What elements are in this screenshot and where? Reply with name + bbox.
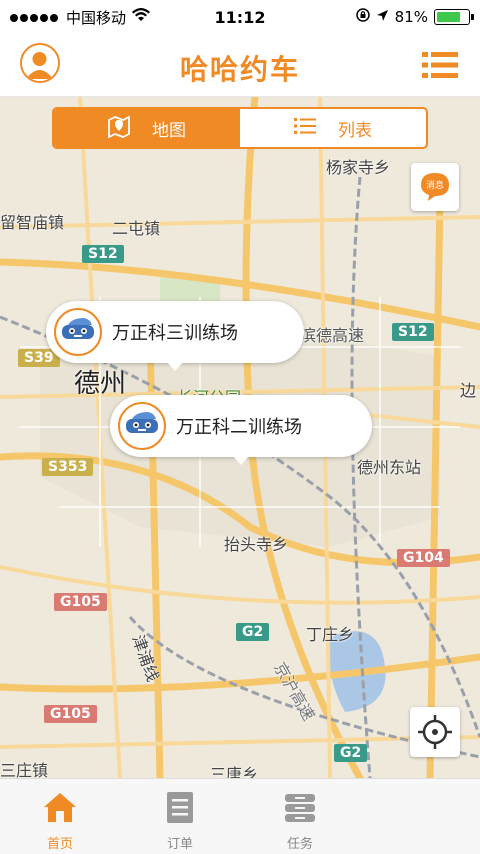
- tab-map[interactable]: 地图: [54, 109, 240, 147]
- tab-map-label: 地图: [152, 120, 186, 141]
- locate-button[interactable]: [410, 707, 460, 757]
- map-label-bian: 边: [460, 381, 477, 400]
- tab-list[interactable]: 列表: [240, 109, 426, 147]
- rotation-lock-icon: [355, 8, 370, 26]
- list-menu-icon[interactable]: [422, 50, 458, 80]
- road-shield-g105: G105: [44, 705, 97, 723]
- order-icon: [167, 792, 193, 823]
- tab-orders-label: 订单: [166, 837, 193, 852]
- road-shield-s353: S353: [42, 458, 94, 476]
- road-shield-g2: G2: [334, 744, 368, 762]
- app-title: 哈哈约车: [179, 53, 300, 86]
- marker-label: 万正科二训练场: [176, 417, 302, 438]
- tab-home[interactable]: 首页: [20, 779, 100, 854]
- tab-tasks-label: 任务: [286, 837, 313, 852]
- map-label-yangjiasi: 杨家寺乡: [326, 158, 391, 177]
- map-label-ertun: 二屯镇: [112, 219, 161, 238]
- car-logo-icon: [118, 402, 166, 450]
- map-label-taitousi: 抬头寺乡: [224, 535, 289, 554]
- home-icon: [44, 793, 76, 822]
- marker-label: 万正科三训练场: [112, 323, 238, 344]
- tab-orders[interactable]: 订单: [140, 779, 220, 854]
- map-label-dezhou-east: 德州东站: [357, 458, 422, 477]
- header-bar: 哈哈约车: [0, 34, 480, 97]
- map-label-sanzhuang: 三庄镇: [0, 761, 49, 778]
- tab-tasks[interactable]: 任务: [260, 779, 340, 854]
- map-label-liuzhimiao: 留智庙镇: [0, 213, 65, 232]
- map-label-dingzhuang: 丁庄乡: [306, 625, 355, 644]
- road-shield-g105: G105: [54, 593, 107, 611]
- crosshair-locate-icon: [418, 715, 452, 749]
- location-arrow-icon: [376, 8, 389, 26]
- training-field-marker[interactable]: 万正科二训练场: [110, 395, 372, 465]
- road-shield-g104: G104: [397, 549, 450, 567]
- car-logo-icon: [54, 308, 102, 356]
- map-label-dezhou: 德州: [74, 369, 127, 399]
- map-pin-icon: [108, 114, 130, 143]
- battery-percent: 81%: [394, 8, 428, 26]
- tab-list-label: 列表: [338, 120, 372, 141]
- bottom-tab-bar: 首页 订单 任务: [0, 778, 480, 854]
- svg-text:消息: 消息: [426, 179, 444, 191]
- road-shield-s12: S12: [82, 245, 124, 263]
- battery-icon: [434, 9, 474, 25]
- task-icon: [285, 794, 315, 822]
- map-view[interactable]: 杨家寺乡 留智庙镇 二屯镇 德州 长河公园 滨德高速 德州东站 抬头寺乡 丁庄乡…: [0, 97, 480, 778]
- map-label-bindegaosu: 滨德高速: [300, 326, 365, 345]
- tab-home-label: 首页: [46, 837, 73, 852]
- training-field-marker[interactable]: 万正科三训练场: [46, 301, 304, 371]
- road-shield-g2: G2: [236, 623, 270, 641]
- view-toggle: 地图 列表: [52, 107, 428, 149]
- list-icon: [294, 117, 316, 140]
- message-button[interactable]: 消息: [411, 163, 459, 211]
- message-bubble-icon: 消息: [421, 173, 449, 201]
- road-shield-s12: S12: [392, 323, 434, 341]
- map-label-santang: 三唐乡: [210, 765, 259, 778]
- status-bar: 中国移动 11:12 81%: [0, 0, 480, 34]
